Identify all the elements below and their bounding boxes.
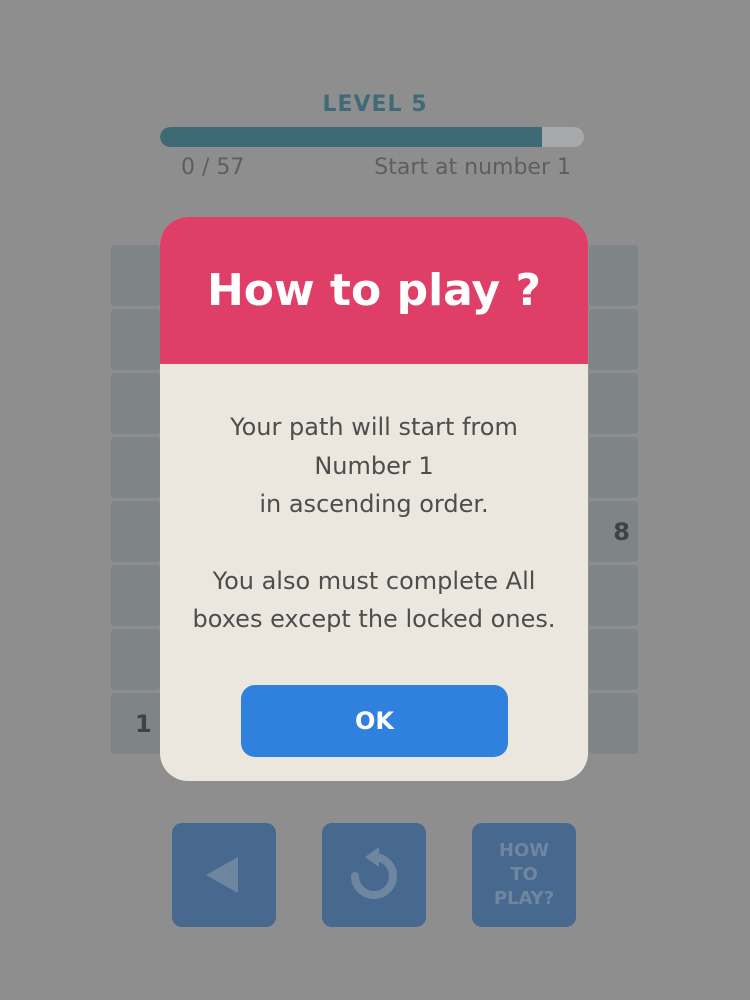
board-cell[interactable] — [111, 309, 160, 370]
board-cell[interactable] — [589, 629, 638, 690]
cell-number-label: 1 — [135, 709, 152, 738]
instruction-line: You also must complete All — [212, 566, 536, 595]
board-cell[interactable] — [589, 565, 638, 626]
board-cell[interactable] — [589, 245, 638, 306]
instruction-line: Number 1 — [314, 451, 434, 480]
dialog-header: How to play ? — [160, 217, 588, 364]
how-to-play-line: HOW — [498, 840, 550, 861]
instruction-line: in ascending order. — [259, 490, 489, 518]
instruction-paragraph-1: Your path will start from Number 1 in as… — [160, 408, 588, 524]
back-button[interactable] — [172, 823, 276, 927]
board-cell[interactable] — [111, 245, 160, 306]
progress-bar — [160, 127, 584, 147]
triangle-left-icon — [206, 857, 238, 893]
board-cell[interactable] — [111, 565, 160, 626]
how-to-play-line: TO — [510, 864, 538, 885]
board-cell[interactable] — [111, 437, 160, 498]
board-cell[interactable] — [589, 373, 638, 434]
how-to-play-button[interactable]: HOW TO PLAY? — [472, 823, 576, 927]
board-cell[interactable] — [589, 309, 638, 370]
cell-number-label: 8 — [613, 517, 630, 546]
dialog-body: Your path will start from Number 1 in as… — [160, 364, 588, 639]
level-title: LEVEL 5 — [322, 92, 428, 117]
board-cell[interactable] — [111, 373, 160, 434]
dialog-title: How to play ? — [206, 265, 542, 316]
board-cell[interactable] — [111, 629, 160, 690]
start-hint: Start at number 1 — [374, 155, 571, 180]
progress-fill — [160, 127, 542, 147]
instruction-line: boxes except the locked ones. — [192, 605, 556, 633]
progress-count: 0 / 57 — [181, 155, 245, 180]
instruction-line: Your path will start from — [230, 413, 518, 441]
board-cell[interactable] — [589, 693, 638, 754]
board-cell-number[interactable]: 8 — [589, 501, 638, 562]
restart-icon — [351, 847, 397, 899]
how-to-play-label: HOW TO PLAY? — [494, 839, 554, 911]
how-to-play-line: PLAY? — [493, 888, 555, 909]
board-cell[interactable] — [589, 437, 638, 498]
instruction-paragraph-2: You also must complete All boxes except … — [160, 562, 588, 639]
how-to-play-dialog: How to play ? Your path will start from … — [160, 217, 588, 781]
restart-button[interactable] — [322, 823, 426, 927]
board-cell[interactable] — [111, 501, 160, 562]
ok-button[interactable]: OK — [241, 685, 508, 757]
